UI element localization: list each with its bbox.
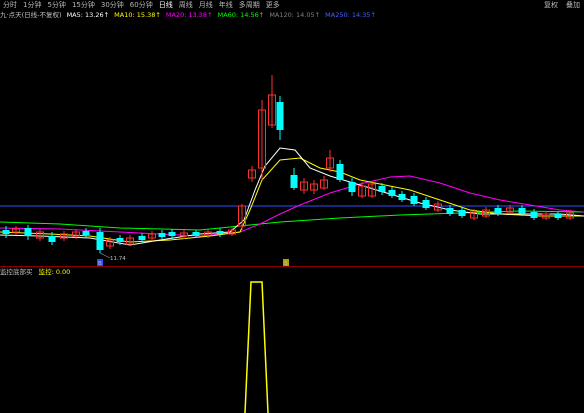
candle-body bbox=[378, 186, 386, 192]
candle-body bbox=[216, 231, 224, 234]
pane-separator[interactable] bbox=[0, 266, 584, 267]
candle-body bbox=[446, 208, 454, 214]
candle-body bbox=[82, 231, 90, 235]
candle-body bbox=[518, 208, 526, 214]
candle-body bbox=[348, 182, 356, 192]
candle-body bbox=[290, 175, 298, 188]
kline-chart[interactable]: 11.74B S bbox=[0, 0, 584, 413]
candle-body bbox=[96, 232, 104, 250]
indicator-name[interactable]: 监控底部买 bbox=[0, 268, 33, 276]
candle-body bbox=[192, 232, 200, 236]
indicator-legend: 监控底部买 监控: 0.00 bbox=[0, 268, 74, 277]
candle-body bbox=[138, 236, 146, 240]
candle-body bbox=[410, 196, 418, 204]
low-price-pointer bbox=[99, 252, 111, 259]
candle-body bbox=[168, 232, 176, 236]
candle-body bbox=[48, 236, 56, 242]
indicator-value: 监控: 0.00 bbox=[38, 268, 71, 276]
candle-body bbox=[116, 238, 124, 242]
candle-body bbox=[530, 212, 538, 218]
candle-body bbox=[398, 194, 406, 200]
candle-body bbox=[494, 208, 502, 214]
candle-body bbox=[458, 210, 466, 216]
candle-body bbox=[24, 228, 32, 236]
candle-body bbox=[158, 233, 166, 237]
candle-body bbox=[554, 214, 562, 218]
candle-body bbox=[422, 200, 430, 208]
candle-body bbox=[336, 164, 344, 180]
candle-body bbox=[276, 102, 284, 130]
indicator-signal-line bbox=[244, 281, 269, 413]
candle-body bbox=[2, 230, 10, 234]
ma10-line bbox=[0, 157, 584, 243]
low-price-label: 11.74 bbox=[110, 256, 126, 262]
candle-body bbox=[388, 190, 396, 196]
